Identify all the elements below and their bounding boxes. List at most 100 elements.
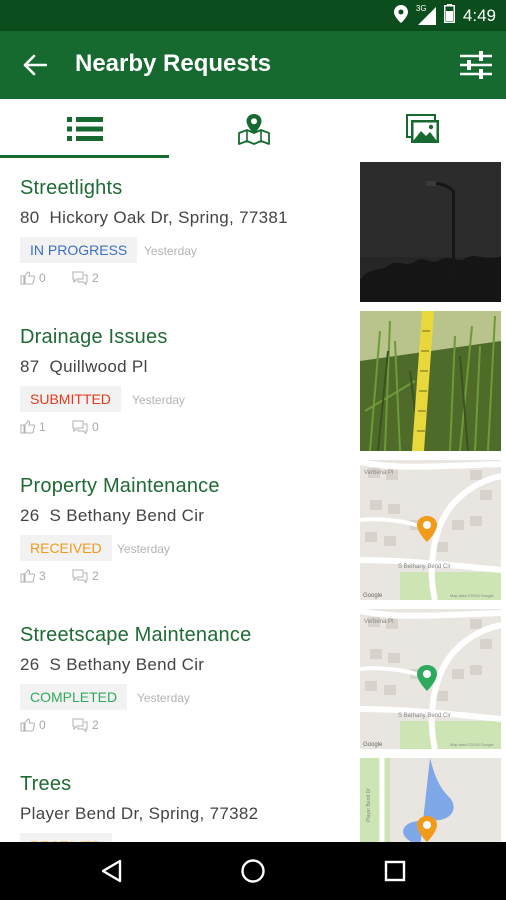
map-copyright: Map data ©2016 Google	[450, 593, 494, 598]
comments-value: 2	[92, 718, 99, 732]
likes-count: 3	[20, 569, 72, 583]
likes-value: 3	[39, 569, 46, 583]
request-address: 26 S Bethany Bend Cir	[20, 655, 205, 674]
map-pin-icon	[237, 113, 270, 145]
comments-count: 2	[72, 271, 124, 285]
request-thumbnail[interactable]: Verbena Pl S Bethany Bend Cir Google Map…	[360, 609, 501, 749]
map-thumbnail-green: Verbena Pl S Bethany Bend Cir Google Map…	[360, 609, 501, 749]
like-icon	[20, 569, 35, 583]
night-streetlight-image	[360, 162, 501, 302]
request-title: Streetscape Maintenance	[20, 624, 252, 646]
map-road-label: S Bethany Bend Cir	[398, 564, 451, 570]
request-list[interactable]: Streetlights 80 Hickory Oak Dr, Spring, …	[0, 158, 506, 842]
system-nav-bar	[0, 842, 506, 900]
request-title: Trees	[20, 773, 72, 795]
map-road-label: Player Bend Dr	[366, 788, 372, 822]
screen: 3G 4:49 Nearby Requests Streetlights 80 …	[0, 0, 506, 900]
request-address: 87 Quillwood Pl	[20, 357, 148, 376]
like-icon	[20, 718, 35, 732]
nav-home-button[interactable]	[235, 853, 271, 889]
nav-home-icon	[241, 859, 265, 883]
map-road-label: S Bethany Bend Cir	[398, 713, 451, 719]
request-date: Yesterday	[117, 542, 170, 556]
status-badge: IN PROGRESS	[20, 237, 138, 263]
request-item-property-maintenance[interactable]: Property Maintenance 26 S Bethany Bend C…	[0, 456, 506, 605]
comment-icon	[72, 718, 88, 732]
comments-count: 2	[72, 569, 124, 583]
nav-back-icon	[101, 859, 122, 883]
nav-back-button[interactable]	[93, 853, 129, 889]
tab-map[interactable]	[169, 99, 338, 158]
request-item-trees[interactable]: Trees Player Bend Dr, Spring, 77382 RECE…	[0, 754, 506, 842]
likes-count: 0	[20, 271, 72, 285]
comments-count: 2	[72, 718, 124, 732]
request-meta: 3 2	[20, 569, 124, 583]
request-address: Player Bend Dr, Spring, 77382	[20, 804, 259, 823]
status-time: 4:49	[462, 6, 496, 25]
tape-measure-grass-image	[360, 311, 501, 451]
request-item-streetscape[interactable]: Streetscape Maintenance 26 S Bethany Ben…	[0, 605, 506, 754]
likes-count: 1	[20, 420, 72, 434]
request-title: Streetlights	[20, 177, 123, 199]
comments-value: 0	[92, 420, 99, 434]
status-icons: 3G 4:49	[393, 4, 496, 28]
request-meta: 1 0	[20, 420, 124, 434]
tab-gallery[interactable]	[338, 99, 506, 158]
map-thumbnail-lake: Player Bend Dr	[360, 758, 501, 842]
status-bar: 3G 4:49	[0, 0, 506, 31]
sliders-icon	[460, 51, 492, 79]
like-icon	[20, 271, 35, 285]
map-copyright: Map data ©2016 Google	[450, 742, 494, 747]
comment-icon	[72, 569, 88, 583]
comment-icon	[72, 271, 88, 285]
likes-value: 1	[39, 420, 46, 434]
gallery-icon	[405, 113, 439, 143]
request-thumbnail[interactable]	[360, 162, 501, 302]
request-date: Yesterday	[144, 244, 197, 258]
filter-button[interactable]	[458, 47, 494, 83]
page-title: Nearby Requests	[75, 50, 272, 77]
comments-value: 2	[92, 569, 99, 583]
status-badge: RECEIVED	[20, 833, 112, 842]
status-badge: COMPLETED	[20, 684, 128, 710]
app-bar: Nearby Requests	[0, 31, 506, 99]
request-thumbnail[interactable]: Verbena Pl S Bethany Bend Cir Google Map…	[360, 460, 501, 600]
map-google-label: Google	[363, 742, 383, 748]
request-title: Property Maintenance	[20, 475, 220, 497]
signal-icon: 3G	[415, 4, 436, 25]
comments-count: 0	[72, 420, 124, 434]
map-road-label: Verbena Pl	[364, 470, 393, 476]
tab-list[interactable]	[0, 99, 169, 158]
back-arrow-icon	[23, 54, 47, 76]
status-badge: RECEIVED	[20, 535, 112, 561]
tab-bar	[0, 99, 506, 158]
nav-recents-icon	[384, 860, 406, 882]
request-date: Yesterday	[137, 691, 190, 705]
likes-value: 0	[39, 271, 46, 285]
request-date: Yesterday	[132, 393, 185, 407]
request-thumbnail[interactable]	[360, 311, 501, 451]
likes-count: 0	[20, 718, 72, 732]
back-button[interactable]	[18, 49, 52, 81]
network-type-label: 3G	[415, 4, 427, 13]
comments-value: 2	[92, 271, 99, 285]
status-badge: SUBMITTED	[20, 386, 121, 412]
request-meta: 0 2	[20, 271, 124, 285]
location-icon	[393, 4, 408, 28]
map-google-label: Google	[363, 593, 383, 599]
request-item-drainage[interactable]: Drainage Issues 87 Quillwood Pl SUBMITTE…	[0, 307, 506, 456]
map-thumbnail-orange: Verbena Pl S Bethany Bend Cir Google Map…	[360, 460, 501, 600]
battery-icon	[443, 4, 455, 28]
request-item-streetlights[interactable]: Streetlights 80 Hickory Oak Dr, Spring, …	[0, 158, 506, 307]
list-icon	[66, 116, 103, 141]
request-title: Drainage Issues	[20, 326, 168, 348]
comment-icon	[72, 420, 88, 434]
likes-value: 0	[39, 718, 46, 732]
nav-recents-button[interactable]	[377, 853, 413, 889]
map-road-label: Verbena Pl	[364, 619, 393, 625]
request-address: 80 Hickory Oak Dr, Spring, 77381	[20, 208, 288, 227]
request-address: 26 S Bethany Bend Cir	[20, 506, 205, 525]
like-icon	[20, 420, 35, 434]
request-meta: 0 2	[20, 718, 124, 732]
request-thumbnail[interactable]: Player Bend Dr	[360, 758, 501, 842]
